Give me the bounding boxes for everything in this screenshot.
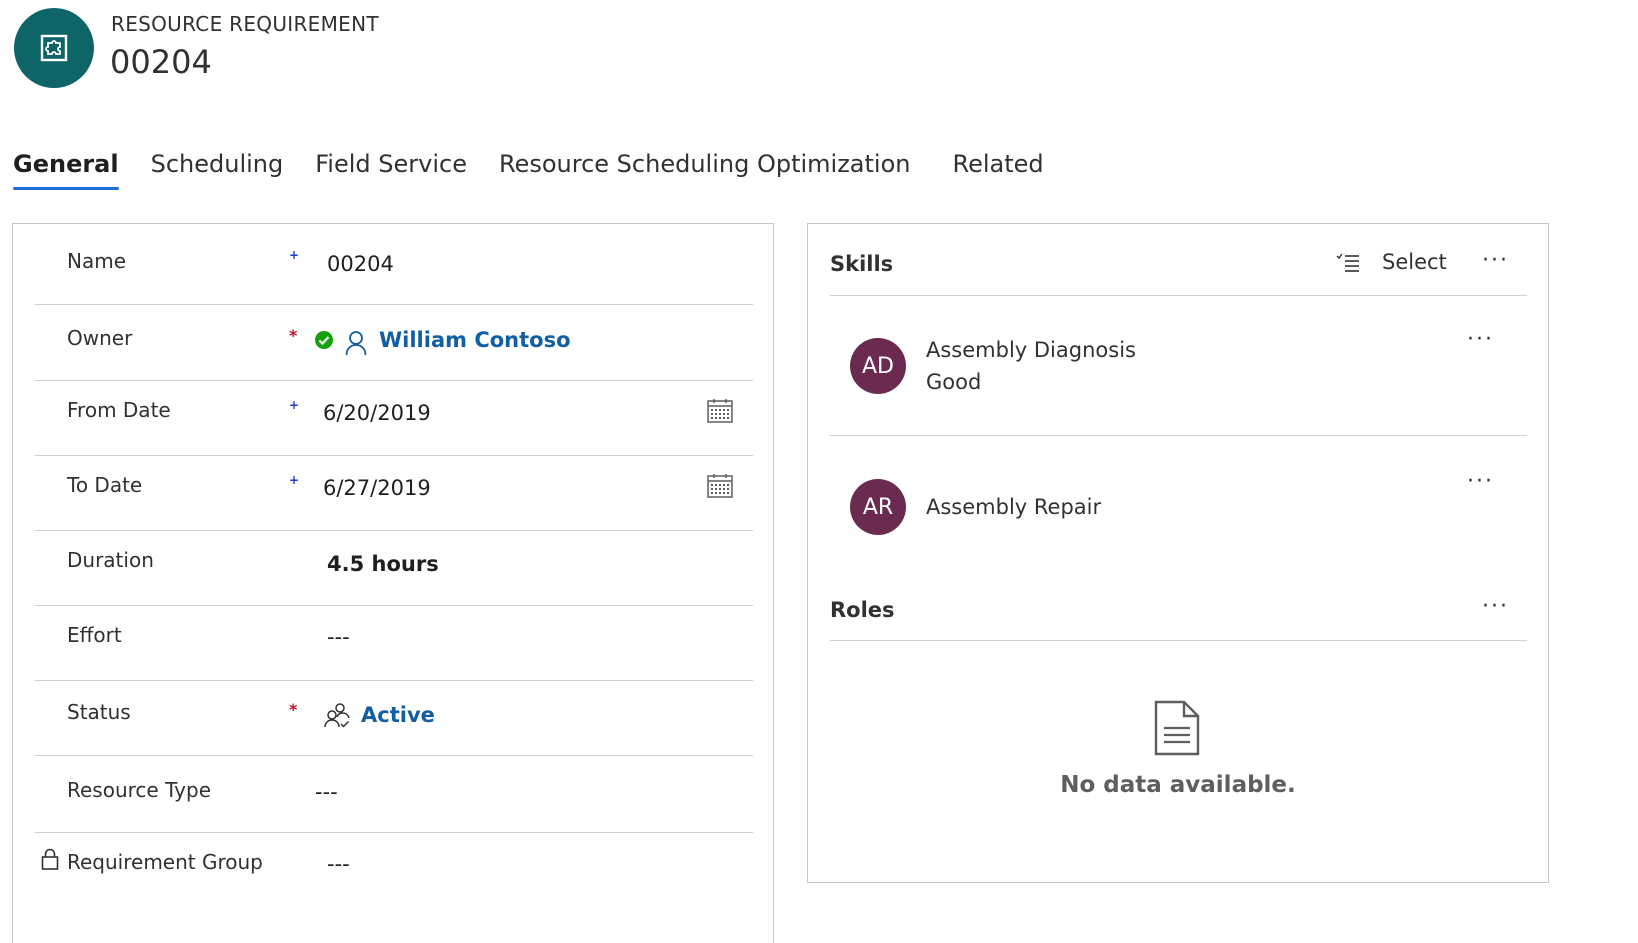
user-icon <box>345 331 367 356</box>
resource-type-label: Resource Type <box>67 778 212 802</box>
roles-more-button[interactable]: ··· <box>1482 596 1509 618</box>
record-icon <box>14 8 94 88</box>
from-date-field[interactable]: 6/20/2019 <box>323 401 431 425</box>
field-row-owner: Owner * William Contoso <box>35 304 753 381</box>
presence-available-icon <box>315 331 333 349</box>
field-row-to-date: To Date + 6/27/2019 <box>35 455 753 531</box>
effort-field[interactable]: --- <box>327 625 350 649</box>
requirement-group-field: --- <box>327 852 350 876</box>
required-mark: * <box>289 700 298 719</box>
lock-icon <box>41 848 59 870</box>
owner-label: Owner <box>67 326 133 350</box>
entity-type-label: RESOURCE REQUIREMENT <box>111 12 379 36</box>
recommended-mark: + <box>289 398 300 412</box>
divider <box>830 435 1527 436</box>
field-row-name: Name + 00204 <box>35 224 753 305</box>
general-section: Name + 00204 Owner * William Contoso Fro… <box>12 223 774 943</box>
resource-type-field[interactable]: --- <box>315 780 338 804</box>
recommended-mark: + <box>289 248 300 262</box>
tab-general[interactable]: General <box>13 150 119 190</box>
record-title: 00204 <box>110 43 212 81</box>
document-icon <box>1154 700 1200 756</box>
field-row-status: Status * Active <box>35 680 753 756</box>
recommended-mark: + <box>289 473 300 487</box>
skill-name[interactable]: Assembly Diagnosis <box>926 338 1136 362</box>
puzzle-icon <box>40 34 68 62</box>
calendar-icon[interactable] <box>707 398 733 424</box>
select-button-label: Select <box>1382 250 1447 274</box>
skills-roles-section: Skills Select ··· AD Assembly Diagnosis … <box>807 223 1549 883</box>
roles-title: Roles <box>830 598 895 622</box>
skill-more-button[interactable]: ··· <box>1467 471 1494 493</box>
skill-name[interactable]: Assembly Repair <box>926 495 1101 519</box>
name-label: Name <box>67 249 127 273</box>
field-row-effort: Effort --- <box>35 605 753 681</box>
tab-field-service[interactable]: Field Service <box>315 150 467 190</box>
requirement-group-label: Requirement Group <box>67 850 263 874</box>
status-people-icon <box>324 703 350 728</box>
duration-field[interactable]: 4.5 hours <box>327 552 439 576</box>
field-row-requirement-group: Requirement Group --- <box>35 832 753 912</box>
from-date-label: From Date <box>67 398 171 422</box>
empty-state-text: No data available. <box>1060 772 1296 798</box>
avatar: AD <box>850 338 906 394</box>
effort-label: Effort <box>67 623 122 647</box>
checklist-icon <box>1336 253 1359 272</box>
skills-more-button[interactable]: ··· <box>1482 250 1509 272</box>
tab-related[interactable]: Related <box>952 150 1043 190</box>
tab-scheduling[interactable]: Scheduling <box>151 150 284 190</box>
to-date-field[interactable]: 6/27/2019 <box>323 476 431 500</box>
skill-more-button[interactable]: ··· <box>1467 329 1494 351</box>
owner-link[interactable]: William Contoso <box>379 328 571 352</box>
divider <box>830 640 1527 641</box>
to-date-label: To Date <box>67 473 143 497</box>
status-link[interactable]: Active <box>361 703 435 727</box>
field-row-duration: Duration 4.5 hours <box>35 530 753 606</box>
field-row-resource-type: Resource Type --- <box>35 755 753 833</box>
required-mark: * <box>289 326 298 345</box>
avatar: AR <box>850 479 906 535</box>
divider <box>830 295 1527 296</box>
name-field[interactable]: 00204 <box>327 252 394 276</box>
calendar-icon[interactable] <box>707 473 733 499</box>
select-button[interactable]: Select <box>1336 250 1447 274</box>
skill-level: Good <box>926 370 982 394</box>
status-label: Status <box>67 700 131 724</box>
skills-title: Skills <box>830 252 894 276</box>
tab-resource-scheduling-optimization[interactable]: Resource Scheduling Optimization <box>499 150 910 190</box>
tab-list: General Scheduling Field Service Resourc… <box>13 150 1076 190</box>
duration-label: Duration <box>67 548 154 572</box>
field-row-from-date: From Date + 6/20/2019 <box>35 380 753 456</box>
